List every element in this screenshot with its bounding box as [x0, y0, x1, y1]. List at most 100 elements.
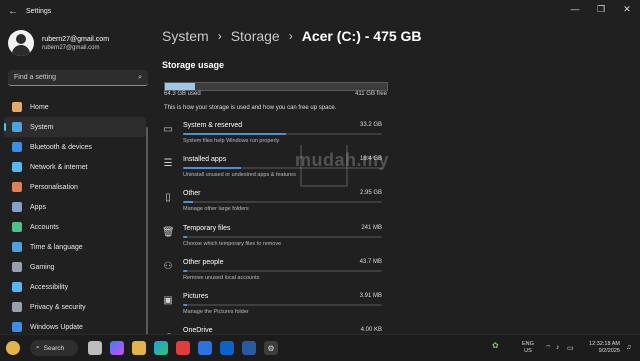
sidebar-item-gaming[interactable]: Gaming — [0, 257, 150, 277]
settings-gear-icon[interactable]: ⚙ — [264, 341, 278, 355]
mail-icon[interactable] — [242, 341, 256, 355]
personalisation-icon — [12, 182, 22, 192]
storage-category-row[interactable]: ⚇ Other people 43.7 MB Remove unused local … — [160, 259, 385, 289]
category-size: 3.91 MB — [359, 293, 382, 299]
close-icon[interactable]: ✕ — [614, 0, 640, 18]
time-language-icon — [12, 242, 22, 252]
sidebar-item-personalisation[interactable]: Personalisation — [0, 177, 150, 197]
clock-date: 9/2/2025 — [598, 348, 620, 354]
sidebar-item-bluetooth-devices[interactable]: Bluetooth & devices — [0, 137, 150, 157]
category-bar — [183, 304, 382, 306]
language-indicator[interactable]: ENG US — [522, 341, 534, 355]
wifi-icon[interactable]: ⌔ — [545, 344, 552, 353]
copilot-icon[interactable] — [110, 341, 124, 355]
volume-icon[interactable]: ♪ — [556, 344, 560, 351]
taskbar-search-label: Search — [43, 344, 65, 352]
accounts-icon — [12, 222, 22, 232]
file-explorer-icon[interactable] — [132, 341, 146, 355]
language-code: ENG — [522, 341, 534, 347]
sidebar-item-accounts[interactable]: Accounts — [0, 217, 150, 237]
image-icon: ▣ — [163, 295, 173, 306]
gaming-icon — [12, 262, 22, 272]
category-name: System & reserved — [183, 122, 243, 129]
notification-bell-icon[interactable]: ♫ — [626, 344, 631, 351]
used-label: 64.3 GB used — [164, 91, 201, 97]
sidebar-item-home[interactable]: Home — [0, 97, 150, 117]
sidebar-item-apps[interactable]: Apps — [0, 197, 150, 217]
taskbar: ⌕ Search ⚙ ✿ ENG US ⌔ ♪ ▭ 12:32:18 AM 9/… — [0, 334, 640, 361]
sidebar-item-label: System — [30, 123, 54, 131]
breadcrumb-storage[interactable]: Storage — [231, 28, 280, 44]
category-bar-fill — [183, 270, 187, 272]
taskbar-apps: ⚙ — [88, 341, 286, 355]
system-monitor-icon: ▭ — [163, 124, 173, 135]
search-icon[interactable]: ⌕ — [138, 74, 142, 82]
watermark-text: mudah.my — [295, 150, 390, 170]
privacy-security-icon — [12, 302, 22, 312]
category-size: 2.95 GB — [359, 190, 382, 196]
store-icon[interactable] — [176, 341, 190, 355]
tray-app-icon[interactable]: ✿ — [492, 341, 499, 350]
category-size: 241 MB — [361, 225, 382, 231]
clock-time: 12:32:18 AM — [589, 341, 620, 347]
category-description: System files help Windows run properly — [183, 138, 280, 144]
sidebar-item-accessibility[interactable]: Accessibility — [0, 277, 150, 297]
weather-icon[interactable] — [6, 341, 20, 355]
storage-category-row[interactable]: ▯ Other 2.95 GB Manage other large folders — [160, 190, 385, 220]
account-email: rubern27@gmail.com — [42, 44, 100, 51]
minimize-icon[interactable]: — — [562, 0, 588, 18]
sidebar-item-label: Privacy & security — [30, 303, 86, 311]
sidebar-item-label: Network & internet — [30, 163, 88, 171]
clock[interactable]: 12:32:18 AM 9/2/2025 — [580, 341, 620, 355]
search-icon: ⌕ — [36, 344, 40, 351]
category-bar-fill — [183, 167, 241, 169]
sidebar-item-label: Bluetooth & devices — [30, 143, 92, 151]
account-card[interactable]: rubern27@gmail.com rubern27@gmail.com — [8, 30, 109, 56]
task-view-icon[interactable] — [88, 341, 102, 355]
apps-list-icon: ☰ — [163, 158, 173, 169]
system-icon — [12, 122, 22, 132]
bluetooth-devices-icon — [12, 142, 22, 152]
category-bar — [183, 270, 382, 272]
sidebar-scrollbar[interactable] — [146, 127, 148, 357]
title-bar: ← Settings — [0, 0, 640, 22]
category-name: OneDrive — [183, 327, 213, 334]
category-size: 43.7 MB — [359, 259, 382, 265]
maximize-icon[interactable]: ❐ — [588, 0, 614, 18]
account-name: rubern27@gmail.com — [42, 35, 110, 43]
storage-category-row[interactable]: 🗑 Temporary files 241 MB Choose which tempo… — [160, 225, 385, 255]
avatar — [8, 30, 34, 56]
search-placeholder: Find a setting — [14, 74, 57, 81]
taskbar-search[interactable]: ⌕ Search — [30, 340, 78, 356]
network-internet-icon — [12, 162, 22, 172]
dropbox-icon[interactable] — [198, 341, 212, 355]
window-controls: — ❐ ✕ — [562, 0, 640, 18]
file-icon: ▯ — [165, 192, 171, 203]
sidebar-item-label: Accounts — [30, 223, 59, 231]
outlook-icon[interactable] — [220, 341, 234, 355]
breadcrumb-separator: › — [288, 29, 293, 43]
sidebar-item-time-language[interactable]: Time & language — [0, 237, 150, 257]
storage-category-row[interactable]: ▭ System & reserved 33.2 GB System files he… — [160, 122, 385, 152]
category-name: Other — [183, 190, 201, 197]
category-bar — [183, 201, 382, 203]
category-bar — [183, 133, 382, 135]
edge-icon[interactable] — [154, 341, 168, 355]
category-description: Uninstall unused or undesired apps & fea… — [183, 172, 296, 178]
search-input[interactable]: Find a setting ⌕ — [8, 70, 148, 86]
accessibility-icon — [12, 282, 22, 292]
sidebar-item-network-internet[interactable]: Network & internet — [0, 157, 150, 177]
sidebar-item-system[interactable]: System — [4, 117, 146, 137]
category-description: Remove unused local accounts — [183, 275, 260, 281]
breadcrumb-system[interactable]: System — [162, 28, 209, 44]
people-icon: ⚇ — [163, 261, 173, 272]
sidebar-item-privacy-security[interactable]: Privacy & security — [0, 297, 150, 317]
storage-category-row[interactable]: ▣ Pictures 3.91 MB Manage the Pictures fold… — [160, 293, 385, 323]
sidebar-item-label: Apps — [30, 203, 46, 211]
sidebar-item-label: Windows Update — [30, 323, 83, 331]
category-size: 4.00 KB — [360, 327, 382, 333]
battery-icon[interactable]: ▭ — [567, 344, 574, 352]
category-bar-fill — [183, 201, 193, 203]
back-arrow-icon[interactable]: ← — [8, 6, 18, 17]
free-label: 411 GB free — [355, 91, 387, 97]
